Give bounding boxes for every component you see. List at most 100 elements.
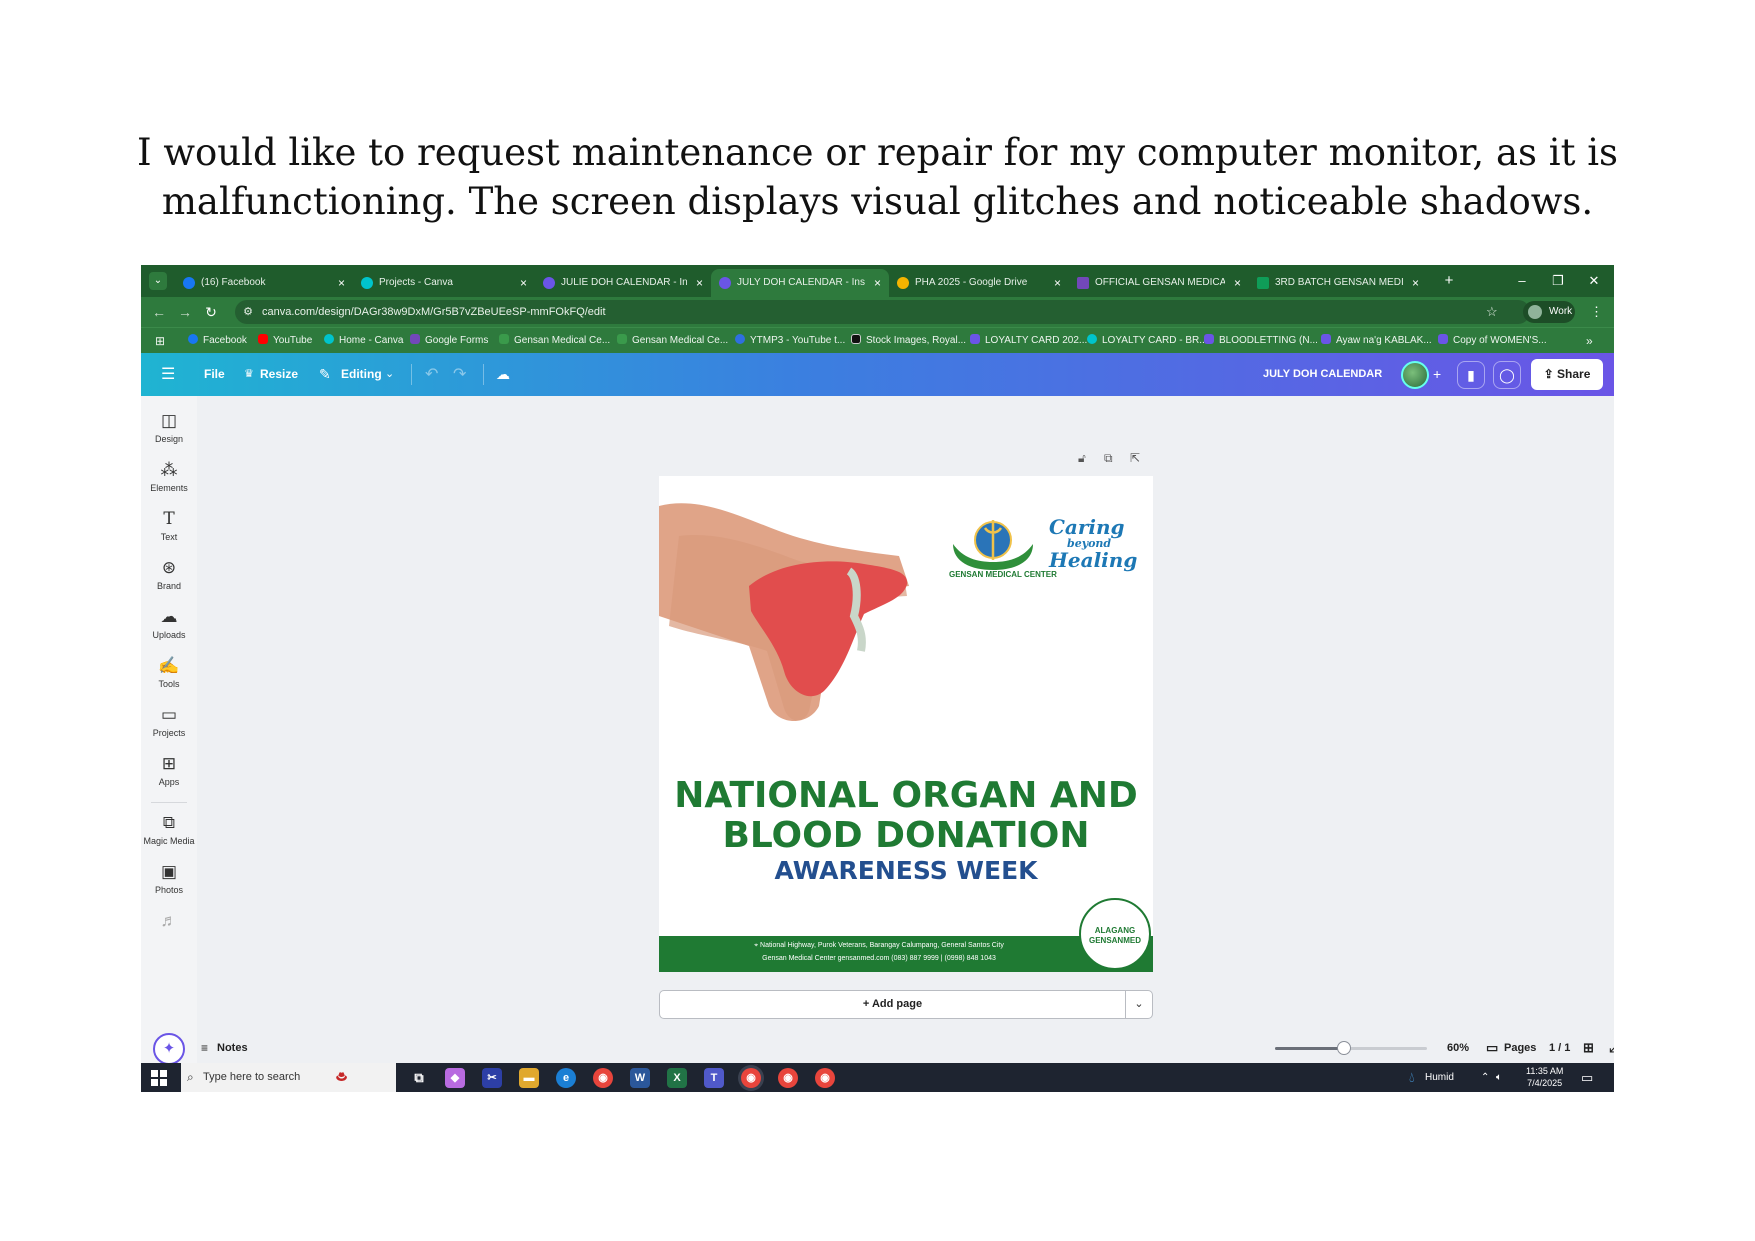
site-info-icon[interactable]: ⚙ <box>238 302 258 322</box>
tab-july-doh-calendar[interactable]: JULY DOH CALENDAR - Instag × <box>711 269 889 297</box>
snipping-icon[interactable]: ✂ <box>482 1068 502 1088</box>
apps-grid-icon[interactable]: ⊞ <box>155 328 165 354</box>
url-text[interactable]: canva.com/design/DAGr38w9DxM/Gr5B7vZBeUE… <box>262 300 606 324</box>
volume-icon[interactable]: 🔈︎ <box>1496 1063 1502 1092</box>
zoom-level[interactable]: 60% <box>1447 1033 1469 1063</box>
sidebar-item-audio[interactable]: ♬ <box>141 910 197 932</box>
sidebar-item-text[interactable]: T Text <box>141 508 197 544</box>
comment-icon[interactable]: ◯ <box>1493 361 1521 389</box>
bookmark-gensan-1[interactable]: Gensan Medical Ce... <box>499 328 610 354</box>
sidebar-item-brand[interactable]: ⊛ Brand <box>141 557 197 593</box>
add-page-button[interactable]: + Add page <box>660 991 1125 1018</box>
bookmark-ayaw-kablak[interactable]: Ayaw na'g KABLAK... <box>1321 328 1432 354</box>
tab-official-gensan[interactable]: OFFICIAL GENSAN MEDICAL × <box>1069 269 1249 297</box>
tab-search-icon[interactable]: ⌄ <box>149 272 167 290</box>
tab-pha-google-drive[interactable]: PHA 2025 - Google Drive × <box>889 269 1069 297</box>
chrome-profile-icon[interactable]: ◉ <box>815 1068 835 1088</box>
sidebar-item-elements[interactable]: ⁂ Elements <box>141 459 197 495</box>
magic-assistant-button[interactable]: ✦ <box>153 1033 185 1065</box>
sidebar-item-apps[interactable]: ⊞ Apps <box>141 753 197 789</box>
hamburger-menu-icon[interactable]: ☰ <box>161 353 175 396</box>
bookmark-star-icon[interactable]: ☆ <box>1486 300 1498 324</box>
sidebar-item-design[interactable]: ◫ Design <box>141 410 197 446</box>
pages-button[interactable]: Pages <box>1504 1033 1536 1063</box>
humid-weather-icon[interactable]: 💧︎ <box>1409 1063 1415 1092</box>
close-icon[interactable]: × <box>1234 269 1241 297</box>
bookmark-copy-womens[interactable]: Copy of WOMEN'S... <box>1438 328 1547 354</box>
copilot-icon[interactable]: ◆ <box>445 1068 465 1088</box>
close-icon[interactable]: × <box>874 269 881 297</box>
chevron-down-icon[interactable]: ⌄ <box>1125 991 1152 1018</box>
close-icon[interactable]: × <box>1412 269 1419 297</box>
tab-facebook[interactable]: (16) Facebook × <box>175 269 353 297</box>
chevron-down-icon[interactable]: ⌄ <box>385 353 394 396</box>
close-icon[interactable]: × <box>1054 269 1061 297</box>
close-icon[interactable]: × <box>520 269 527 297</box>
bookmark-bloodletting[interactable]: BLOODLETTING (N... <box>1204 328 1318 354</box>
edge-icon[interactable]: e <box>556 1068 576 1088</box>
sidebar-item-projects[interactable]: ▭ Projects <box>141 704 197 740</box>
tab-3rd-batch-gensan[interactable]: 3RD BATCH GENSAN MEDICAL × <box>1249 269 1427 297</box>
insights-chart-icon[interactable]: ▮ <box>1457 361 1485 389</box>
zoom-slider[interactable] <box>1275 1041 1427 1055</box>
back-arrow-icon[interactable]: ← <box>149 302 169 322</box>
bookmark-facebook[interactable]: Facebook <box>188 328 247 354</box>
minimize-icon[interactable]: – <box>1504 265 1540 297</box>
bookmark-stock-images[interactable]: Stock Images, Royal... <box>851 328 966 354</box>
notes-icon[interactable]: ≡ <box>201 1033 208 1063</box>
zoom-slider-handle[interactable] <box>1337 1041 1351 1055</box>
clock[interactable]: 11:35 AM 7/4/2025 <box>1526 1065 1563 1089</box>
lock-icon[interactable]: 🔓︎ <box>1078 451 1086 466</box>
bookmark-home-canva[interactable]: Home - Canva <box>324 328 403 354</box>
bookmark-google-forms[interactable]: Google Forms <box>410 328 488 354</box>
tab-projects-canva[interactable]: Projects - Canva × <box>353 269 535 297</box>
new-tab-button[interactable]: + <box>1431 265 1467 297</box>
task-view-icon[interactable]: ⧉ <box>409 1068 429 1088</box>
avatar[interactable] <box>1401 361 1429 389</box>
chrome-icon[interactable]: ◉ <box>593 1068 613 1088</box>
design-page[interactable]: GENSAN MEDICAL CENTER Caring beyond Heal… <box>659 476 1153 972</box>
cloud-saved-icon[interactable]: ☁ <box>496 353 510 396</box>
tab-julie-doh-calendar[interactable]: JULIE DOH CALENDAR - Instag × <box>535 269 711 297</box>
teams-icon[interactable]: T <box>704 1068 724 1088</box>
add-collaborator-icon[interactable]: + <box>1433 353 1441 396</box>
sidebar-item-tools[interactable]: ✍ Tools <box>141 655 197 691</box>
bookmark-loyalty-card-2[interactable]: LOYALTY CARD - BR... <box>1087 328 1208 354</box>
pages-icon[interactable]: ▭ <box>1486 1033 1498 1063</box>
fullscreen-icon[interactable]: ⤢ <box>1609 1033 1614 1063</box>
restore-icon[interactable]: ❐ <box>1540 265 1576 297</box>
duplicate-page-icon[interactable]: ⧉ <box>1104 451 1113 466</box>
word-icon[interactable]: W <box>630 1068 650 1088</box>
file-explorer-icon[interactable]: ▬ <box>519 1068 539 1088</box>
bookmark-ytmp3[interactable]: YTMP3 - YouTube t... <box>735 328 845 354</box>
notes-button[interactable]: Notes <box>217 1033 248 1063</box>
windows-start-icon[interactable] <box>151 1070 167 1086</box>
sidebar-item-uploads[interactable]: ☁ Uploads <box>141 606 197 642</box>
share-button[interactable]: ⇪ Share <box>1531 359 1603 390</box>
more-menu-icon[interactable]: ⋮ <box>1590 300 1603 324</box>
excel-icon[interactable]: X <box>667 1068 687 1088</box>
file-menu[interactable]: File <box>204 353 225 396</box>
close-icon[interactable]: × <box>338 269 345 297</box>
close-window-icon[interactable]: ✕ <box>1576 265 1612 297</box>
close-icon[interactable]: × <box>696 269 703 297</box>
bookmark-gensan-2[interactable]: Gensan Medical Ce... <box>617 328 728 354</box>
notification-icon[interactable]: ▭ <box>1581 1063 1593 1092</box>
tray-chevron-icon[interactable]: ⌃ <box>1481 1063 1489 1092</box>
editing-mode-dropdown[interactable]: Editing <box>341 353 382 396</box>
add-page-icon[interactable]: ⇱ <box>1130 451 1140 465</box>
weather-label[interactable]: Humid <box>1425 1063 1454 1092</box>
bookmark-youtube[interactable]: YouTube <box>258 328 312 354</box>
forward-arrow-icon[interactable]: → <box>175 302 195 322</box>
undo-icon[interactable]: ↶ <box>425 353 438 396</box>
bookmark-loyalty-card-1[interactable]: LOYALTY CARD 202... <box>970 328 1087 354</box>
sidebar-item-magic-media[interactable]: ⧉ Magic Media <box>141 812 197 848</box>
chrome-profile-icon[interactable]: ◉ <box>741 1068 761 1088</box>
chrome-profile-icon[interactable]: ◉ <box>778 1068 798 1088</box>
grid-view-icon[interactable]: ⊞ <box>1583 1033 1594 1063</box>
taskbar-search-box[interactable]: ⌕ Type here to search 🎩︎ <box>181 1063 396 1092</box>
sidebar-item-photos[interactable]: ▣ Photos <box>141 861 197 897</box>
bookmarks-overflow-icon[interactable]: » <box>1586 328 1593 354</box>
redo-icon[interactable]: ↷ <box>453 353 466 396</box>
profile-chip[interactable]: Work <box>1523 301 1575 323</box>
